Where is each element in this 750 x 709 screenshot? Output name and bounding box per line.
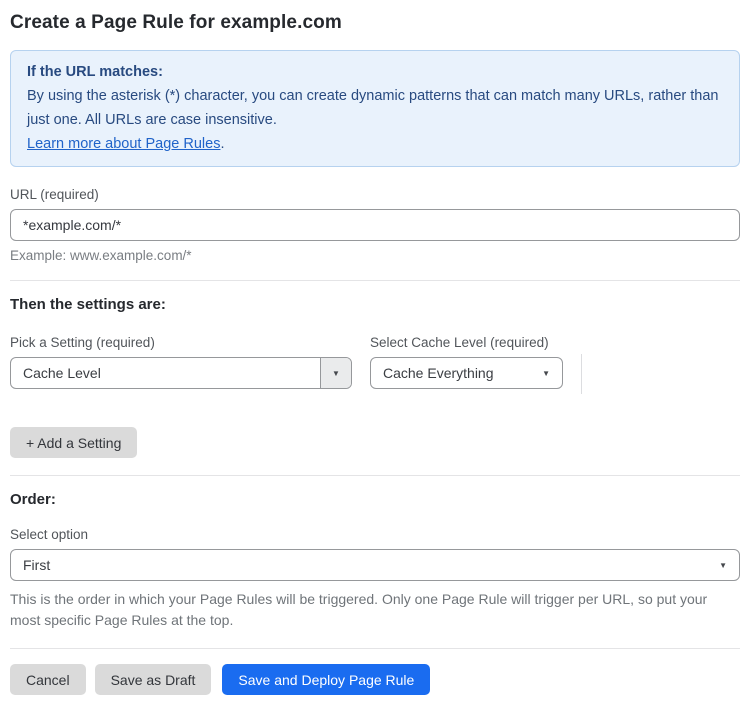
order-helper-text: This is the order in which your Page Rul… [10,591,708,628]
form-actions: Cancel Save as Draft Save and Deploy Pag… [10,664,740,695]
order-dropdown[interactable]: First ▼ [10,549,740,581]
page-title: Create a Page Rule for example.com [10,12,342,33]
info-box-heading: If the URL matches: [27,64,163,80]
pick-setting-selected-value: Cache Level [23,365,101,381]
pick-setting-dropdown[interactable]: Cache Level ▼ [10,357,352,389]
info-box-link-line: Learn more about Page Rules. [27,132,723,156]
settings-heading: Then the settings are: [10,296,166,313]
order-select-label: Select option [10,527,89,542]
url-input[interactable] [10,209,740,241]
pick-setting-label: Pick a Setting (required) [10,335,155,350]
save-and-deploy-button[interactable]: Save and Deploy Page Rule [222,664,431,695]
settings-row: Pick a Setting (required) Cache Level ▼ … [10,335,740,394]
pick-setting-column: Pick a Setting (required) Cache Level ▼ [10,335,352,389]
order-field: Select option First ▼ This is the order … [10,527,740,631]
create-page-rule-form: Create a Page Rule for example.com If th… [0,0,750,709]
cancel-button[interactable]: Cancel [10,664,86,695]
learn-more-link[interactable]: Learn more about Page Rules [27,136,220,152]
order-selected-value: First [23,557,51,573]
link-suffix: . [220,136,225,152]
save-as-draft-button[interactable]: Save as Draft [94,664,212,695]
divider [10,280,740,281]
cache-level-dropdown[interactable]: Cache Everything ▼ [370,357,563,389]
url-field: URL (required) Example: www.example.com/… [10,187,740,263]
add-setting-button[interactable]: + Add a Setting [10,427,138,458]
cache-level-column: Select Cache Level (required) Cache Ever… [370,335,563,389]
chevron-down-icon: ▼ [542,368,550,378]
url-label: URL (required) [10,187,99,202]
cache-level-selected-value: Cache Everything [383,365,494,381]
divider [10,648,740,649]
cache-level-label: Select Cache Level (required) [370,335,549,350]
url-example-text: Example: www.example.com/* [10,248,192,263]
order-heading: Order: [10,491,56,508]
setting-group-divider [581,354,582,394]
divider [10,475,740,476]
chevron-down-icon[interactable]: ▼ [320,358,351,388]
url-match-info-box: If the URL matches: By using the asteris… [10,50,740,167]
info-box-body: By using the asterisk (*) character, you… [27,88,719,128]
chevron-down-icon: ▼ [719,560,727,570]
